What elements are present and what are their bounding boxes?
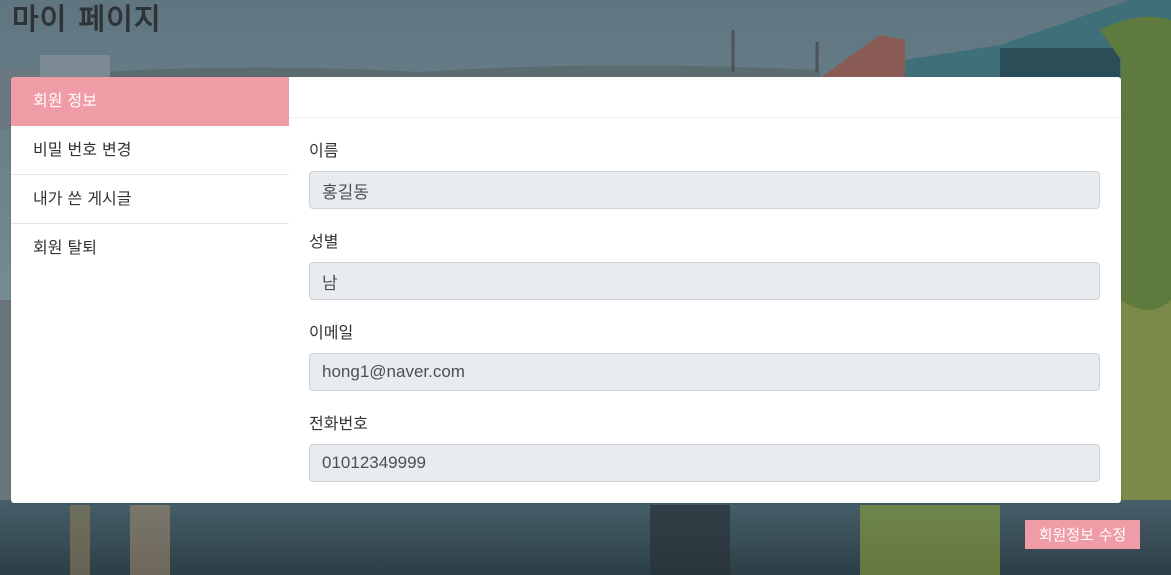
sidebar-item-member-info[interactable]: 회원 정보 bbox=[11, 77, 289, 126]
email-label: 이메일 bbox=[309, 323, 354, 342]
gender-label: 성별 bbox=[309, 232, 339, 251]
sidebar-item-withdraw[interactable]: 회원 탈퇴 bbox=[11, 224, 289, 272]
panel-header bbox=[289, 77, 1121, 118]
gender-field[interactable] bbox=[309, 262, 1100, 300]
page-title: 마이 페이지 bbox=[12, 2, 162, 36]
name-field[interactable] bbox=[309, 171, 1100, 209]
member-info-form: 이름 성별 이메일 전화번호 bbox=[289, 118, 1121, 482]
sidebar-item-change-password[interactable]: 비밀 번호 변경 bbox=[11, 126, 289, 175]
phone-label: 전화번호 bbox=[309, 414, 368, 433]
mypage-card: 회원 정보 비밀 번호 변경 내가 쓴 게시글 회원 탈퇴 이름 성별 이메일 … bbox=[11, 77, 1121, 503]
name-label: 이름 bbox=[309, 141, 339, 160]
member-info-panel: 이름 성별 이메일 전화번호 bbox=[289, 77, 1121, 503]
phone-field[interactable] bbox=[309, 444, 1100, 482]
email-field[interactable] bbox=[309, 353, 1100, 391]
edit-member-info-button[interactable]: 회원정보 수정 bbox=[1025, 520, 1140, 549]
sidebar-menu: 회원 정보 비밀 번호 변경 내가 쓴 게시글 회원 탈퇴 bbox=[11, 77, 289, 503]
page: 마이 페이지 회원 정보 비밀 번호 변경 내가 쓴 게시글 회원 탈퇴 이름 … bbox=[0, 0, 1171, 575]
sidebar-item-my-posts[interactable]: 내가 쓴 게시글 bbox=[11, 175, 289, 224]
